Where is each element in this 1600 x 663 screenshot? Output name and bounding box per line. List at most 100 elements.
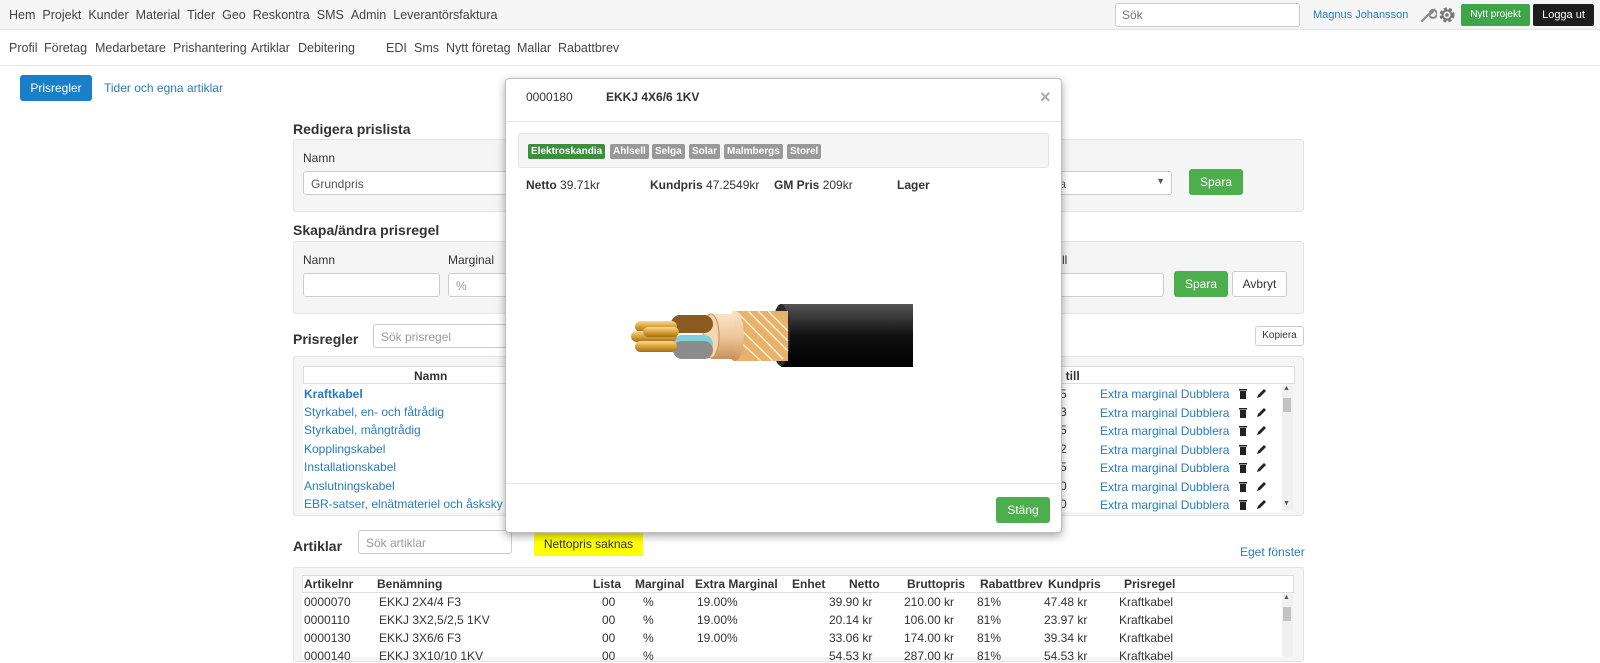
col-benamning[interactable]: Benämning <box>377 577 442 591</box>
extra-margin-link[interactable]: Extra marginal <box>1100 406 1177 420</box>
articles-search-input[interactable]: Sök artiklar <box>358 530 512 554</box>
col-kundpris[interactable]: Kundpris <box>1048 577 1101 591</box>
articles-scrollbar[interactable]: ▲ <box>1282 594 1293 657</box>
subnav-edi[interactable]: EDI <box>386 41 407 55</box>
rule-row-name[interactable]: EBR-satser, elnätmateriel och åsksky <box>304 497 503 511</box>
duplicate-link[interactable]: Dubblera <box>1181 498 1230 512</box>
duplicate-link[interactable]: Dubblera <box>1181 461 1230 475</box>
duplicate-link[interactable]: Dubblera <box>1181 424 1230 438</box>
supplier-badge-storel[interactable]: Storel <box>787 144 822 159</box>
col-rabattbrev[interactable]: Rabattbrev <box>980 577 1043 591</box>
col-marginal[interactable]: Marginal <box>635 577 684 591</box>
extra-margin-link[interactable]: Extra marginal <box>1100 498 1177 512</box>
subnav-mallar[interactable]: Mallar <box>517 41 551 55</box>
pricelist-save-button[interactable]: Spara <box>1189 169 1243 195</box>
menu-item-projekt[interactable]: Projekt <box>42 8 81 22</box>
rule-row-name[interactable]: Styrkabel, mångtrådig <box>304 423 421 437</box>
scroll-up-icon[interactable]: ▲ <box>1283 594 1290 601</box>
subnav-artiklar[interactable]: Artiklar <box>251 41 290 55</box>
rules-scrollbar[interactable]: ▲ ▼ <box>1282 385 1293 510</box>
pencil-icon[interactable] <box>1256 388 1267 399</box>
trash-icon[interactable] <box>1238 499 1248 510</box>
subnav-debitering[interactable]: Debitering <box>298 41 355 55</box>
menu-item-hem[interactable]: Hem <box>9 8 35 22</box>
rule-row-name[interactable]: Kopplingskabel <box>304 442 385 456</box>
rule-row-name[interactable]: Installationskabel <box>304 460 396 474</box>
subnav-prishantering[interactable]: Prishantering <box>173 41 247 55</box>
subnav-foretag[interactable]: Företag <box>44 41 87 55</box>
gear-icon[interactable] <box>1437 5 1457 25</box>
rule-row-name[interactable]: Kraftkabel <box>304 387 363 401</box>
scrollbar-thumb[interactable] <box>1283 398 1291 412</box>
duplicate-link[interactable]: Dubblera <box>1181 406 1230 420</box>
pricelist-name-input[interactable]: Grundpris <box>303 171 513 195</box>
menu-item-admin[interactable]: Admin <box>351 8 386 22</box>
modal-close-button[interactable]: Stäng <box>996 497 1050 523</box>
wrench-icon[interactable] <box>1419 6 1437 24</box>
scrollbar-thumb[interactable] <box>1283 607 1291 621</box>
supplier-badge-selga[interactable]: Selga <box>652 144 685 159</box>
subnav-sms[interactable]: Sms <box>414 41 439 55</box>
supplier-badge-malmbergs[interactable]: Malmbergs <box>724 144 783 159</box>
new-project-button[interactable]: Nytt projekt <box>1461 4 1530 26</box>
pencil-icon[interactable] <box>1256 481 1267 492</box>
extra-margin-link[interactable]: Extra marginal <box>1100 480 1177 494</box>
scroll-down-icon[interactable]: ▼ <box>1283 500 1290 507</box>
menu-item-tider[interactable]: Tider <box>187 8 215 22</box>
menu-item-kunder[interactable]: Kunder <box>88 8 128 22</box>
trash-icon[interactable] <box>1238 388 1248 399</box>
subnav-profil[interactable]: Profil <box>9 41 37 55</box>
pencil-icon[interactable] <box>1256 444 1267 455</box>
close-icon[interactable]: × <box>1040 87 1051 108</box>
pencil-icon[interactable] <box>1256 407 1267 418</box>
pencil-icon[interactable] <box>1256 499 1267 510</box>
global-search-input[interactable] <box>1115 3 1300 27</box>
pencil-icon[interactable] <box>1256 425 1267 436</box>
menu-item-material[interactable]: Material <box>136 8 180 22</box>
trash-icon[interactable] <box>1238 462 1248 473</box>
col-bruttopris[interactable]: Bruttopris <box>907 577 965 591</box>
duplicate-link[interactable]: Dubblera <box>1181 387 1230 401</box>
own-window-link[interactable]: Eget fönster <box>1240 545 1305 559</box>
duplicate-link[interactable]: Dubblera <box>1181 480 1230 494</box>
duplicate-link[interactable]: Dubblera <box>1181 443 1230 457</box>
rules-search-input[interactable]: Sök prisregel <box>373 324 508 348</box>
extra-margin-link[interactable]: Extra marginal <box>1100 387 1177 401</box>
col-enhet[interactable]: Enhet <box>792 577 825 591</box>
supplier-badge-solar[interactable]: Solar <box>689 144 721 159</box>
rule-row-name[interactable]: Anslutningskabel <box>304 479 395 493</box>
trash-icon[interactable] <box>1238 407 1248 418</box>
menu-item-sms[interactable]: SMS <box>317 8 344 22</box>
rule-cancel-button[interactable]: Avbryt <box>1232 271 1287 297</box>
trash-icon[interactable] <box>1238 481 1248 492</box>
trash-icon[interactable] <box>1238 444 1248 455</box>
menu-item-geo[interactable]: Geo <box>222 8 246 22</box>
copy-button[interactable]: Kopiera <box>1255 326 1304 346</box>
col-extra-marginal[interactable]: Extra Marginal <box>695 577 778 591</box>
pencil-icon[interactable] <box>1256 462 1267 473</box>
col-artikelnr[interactable]: Artikelnr <box>304 577 353 591</box>
extra-margin-link[interactable]: Extra marginal <box>1100 461 1177 475</box>
rule-margin-input[interactable]: % <box>448 273 508 297</box>
missing-net-price-filter[interactable]: Nettopris saknas <box>534 532 643 556</box>
col-prisregel[interactable]: Prisregel <box>1124 577 1175 591</box>
scroll-up-icon[interactable]: ▲ <box>1283 385 1290 392</box>
subnav-nytt-foretag[interactable]: Nytt företag <box>446 41 511 55</box>
extra-margin-link[interactable]: Extra marginal <box>1100 443 1177 457</box>
menu-item-leverantorsfaktura[interactable]: Leverantörsfaktura <box>393 8 497 22</box>
rule-save-button[interactable]: Spara <box>1174 271 1228 297</box>
logout-button[interactable]: Logga ut <box>1533 4 1594 26</box>
supplier-badge-elektroskandia[interactable]: Elektroskandia <box>528 144 606 159</box>
subnav-medarbetare[interactable]: Medarbetare <box>95 41 166 55</box>
menu-item-reskontra[interactable]: Reskontra <box>253 8 310 22</box>
rule-row-name[interactable]: Styrkabel, en- och fåtrådig <box>304 405 444 419</box>
tab-prisregler[interactable]: Prisregler <box>20 75 92 101</box>
col-lista[interactable]: Lista <box>593 577 621 591</box>
rule-name-input[interactable] <box>303 273 440 297</box>
extra-margin-link[interactable]: Extra marginal <box>1100 424 1177 438</box>
trash-icon[interactable] <box>1238 425 1248 436</box>
user-name-link[interactable]: Magnus Johansson <box>1313 9 1408 21</box>
col-netto[interactable]: Netto <box>849 577 880 591</box>
subnav-rabattbrev[interactable]: Rabattbrev <box>558 41 619 55</box>
tab-tider-och-egna-artiklar[interactable]: Tider och egna artiklar <box>104 81 223 95</box>
